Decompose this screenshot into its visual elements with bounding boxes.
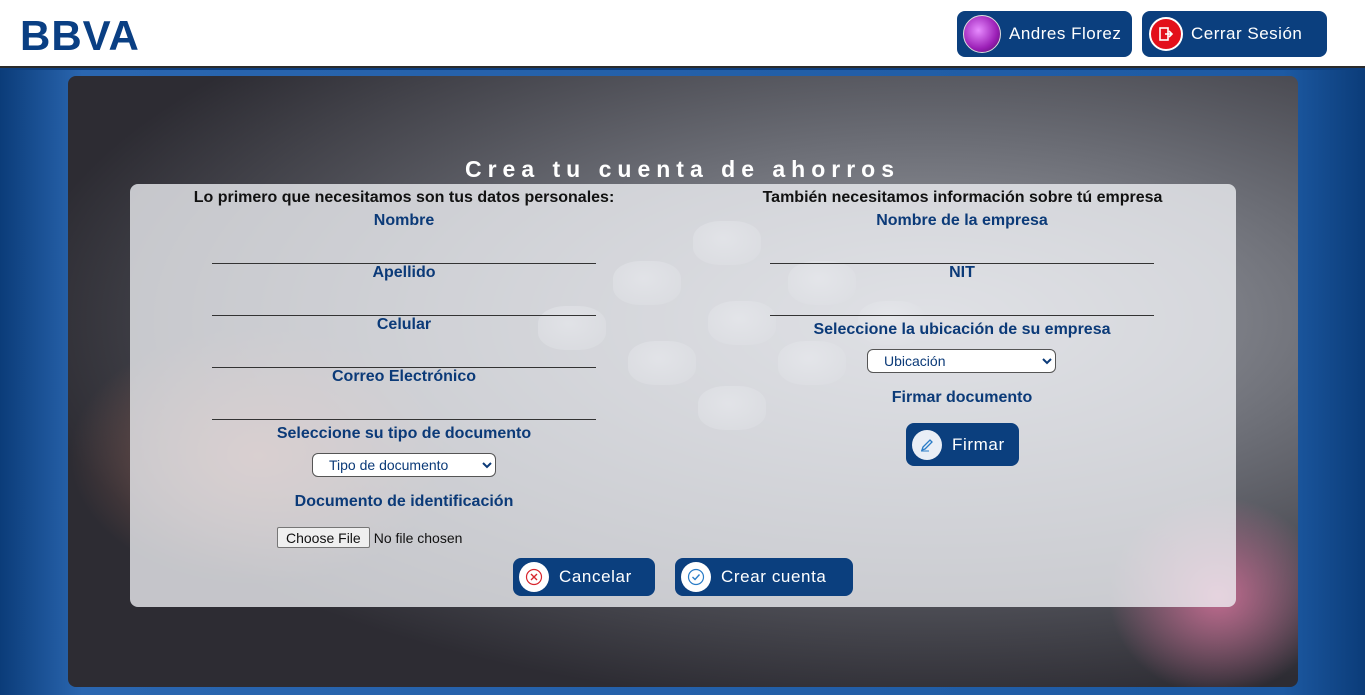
- sign-button[interactable]: Firmar: [906, 423, 1019, 466]
- personal-section-heading: Lo primero que necesitamos son tus datos…: [193, 189, 615, 206]
- pen-icon: [912, 429, 942, 460]
- nombre-input[interactable]: [212, 236, 596, 262]
- correo-field[interactable]: [212, 392, 596, 420]
- sign-button-label: Firmar: [952, 434, 1005, 454]
- file-status: No file chosen: [373, 529, 463, 546]
- document-id-label: Documento de identificación: [294, 493, 514, 510]
- page-title: Crea tu cuenta de ahorros: [464, 156, 901, 182]
- company-section-heading: También necesitamos información sobre tú…: [762, 189, 1163, 206]
- logout-label: Cerrar Sesión: [1191, 24, 1303, 43]
- top-bar: BBVA Andres Florez Cerrar Sesión: [0, 0, 1365, 68]
- cancel-label: Cancelar: [559, 567, 632, 586]
- document-type-select[interactable]: Tipo de documento: [312, 453, 496, 477]
- celular-label: Celular: [376, 316, 432, 333]
- logout-button[interactable]: Cerrar Sesión: [1142, 11, 1327, 57]
- create-account-button[interactable]: Crear cuenta: [675, 558, 853, 596]
- bbva-logo[interactable]: BBVA: [20, 12, 140, 60]
- nit-label: NIT: [949, 264, 975, 281]
- user-avatar: [963, 15, 1001, 53]
- correo-label: Correo Electrónico: [331, 368, 477, 385]
- nit-input[interactable]: [770, 288, 1154, 314]
- check-icon: [681, 562, 711, 592]
- choose-file-button[interactable]: Choose File: [277, 527, 370, 548]
- create-account-label: Crear cuenta: [721, 567, 827, 586]
- document-type-label: Seleccione su tipo de documento: [276, 425, 532, 442]
- user-name: Andres Florez: [1009, 24, 1122, 43]
- logout-icon: [1149, 17, 1183, 51]
- apellido-label: Apellido: [372, 264, 436, 281]
- company-name-input[interactable]: [770, 236, 1154, 262]
- cancel-icon: [519, 562, 549, 592]
- sign-document-label: Firmar documento: [891, 389, 1033, 406]
- nit-field[interactable]: [770, 288, 1154, 316]
- file-upload[interactable]: Choose File No file chosen: [277, 527, 462, 548]
- correo-input[interactable]: [212, 392, 596, 418]
- apellido-input[interactable]: [212, 288, 596, 314]
- location-select[interactable]: Ubicación: [867, 349, 1056, 373]
- celular-input[interactable]: [212, 340, 596, 366]
- company-name-label: Nombre de la empresa: [876, 212, 1048, 229]
- location-label: Seleccione la ubicación de su empresa: [813, 321, 1111, 338]
- cancel-button[interactable]: Cancelar: [513, 558, 655, 596]
- nombre-label: Nombre: [373, 212, 435, 229]
- user-profile-button[interactable]: Andres Florez: [957, 11, 1132, 57]
